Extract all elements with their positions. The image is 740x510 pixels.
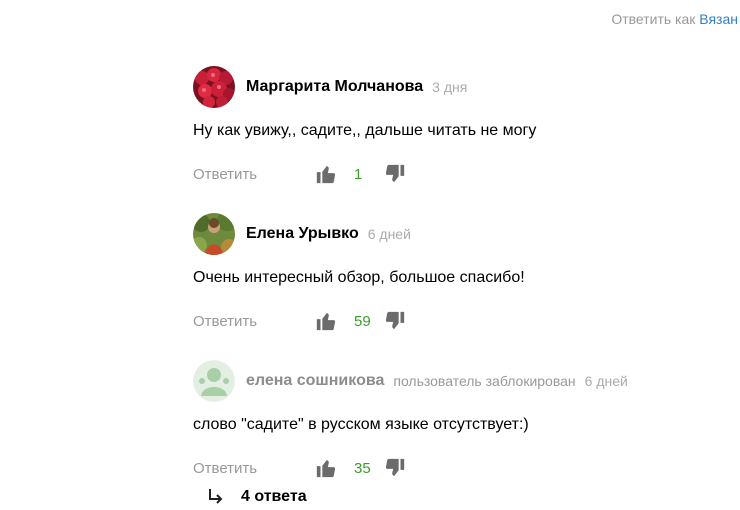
thumbs-down-icon[interactable] (384, 457, 406, 479)
comment: Маргарита Молчанова 3 дня Ну как увижу,,… (193, 66, 733, 186)
comment: елена сошникова пользователь заблокирова… (193, 360, 733, 480)
author-name[interactable]: елена сошникова (246, 372, 384, 390)
default-user-icon (193, 360, 235, 402)
author-name[interactable]: Елена Урывко (246, 225, 359, 243)
reply-as-prefix: Ответить как (611, 11, 696, 27)
thumbs-up-icon[interactable] (315, 457, 337, 479)
thumbs-up-icon[interactable] (315, 310, 337, 332)
comment-text: Ну как увижу,, садите,, дальше читать не… (193, 122, 537, 139)
comment-date[interactable]: 3 дня (432, 79, 467, 95)
thumbs-down-icon[interactable] (384, 310, 406, 332)
show-answers-link[interactable]: 4 ответа (207, 488, 307, 506)
blocked-badge: пользователь заблокирован (393, 373, 576, 389)
reply-button[interactable]: Ответить (193, 166, 315, 183)
thumbs-down-icon[interactable] (384, 163, 406, 185)
reply-button[interactable]: Ответить (193, 313, 315, 330)
avatar[interactable] (193, 360, 235, 402)
thumbs-up-icon[interactable] (315, 163, 337, 185)
reply-as: Ответить как Вязан (611, 11, 738, 27)
answers-count: 4 ответа (241, 488, 307, 505)
reply-arrow-icon (209, 489, 223, 504)
like-count: 35 (354, 459, 371, 477)
like-count: 1 (354, 165, 363, 183)
comment: Елена Урывко 6 дней Очень интересный обз… (193, 213, 733, 333)
like-count: 59 (354, 312, 371, 330)
reply-button[interactable]: Ответить (193, 460, 315, 477)
reply-as-user-link[interactable]: Вязан (699, 11, 738, 27)
comment-date[interactable]: 6 дней (368, 226, 411, 242)
avatar[interactable] (193, 66, 235, 108)
author-name[interactable]: Маргарита Молчанова (246, 78, 423, 96)
avatar[interactable] (193, 213, 235, 255)
comment-text: Очень интересный обзор, большое спасибо! (193, 269, 525, 286)
comment-date[interactable]: 6 дней (585, 373, 628, 389)
comment-text: слово "садите" в русском языке отсутству… (193, 416, 529, 433)
